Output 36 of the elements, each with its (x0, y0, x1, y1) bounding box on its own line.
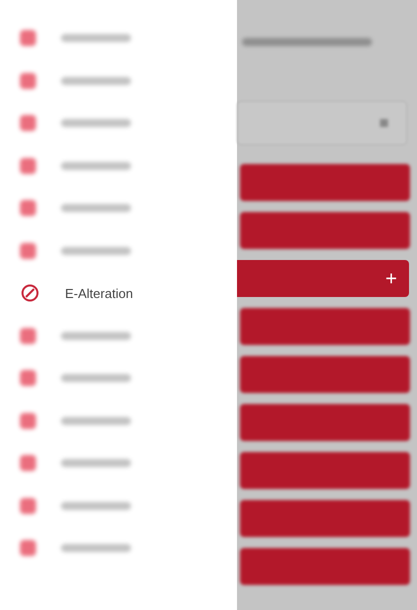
blurred-label[interactable] (61, 162, 131, 170)
blurred-icon (20, 200, 36, 216)
no-entry-icon (20, 283, 40, 304)
menu-item-label[interactable]: E-Alteration (65, 284, 133, 303)
blurred-icon (20, 242, 36, 259)
blurred-label[interactable] (61, 416, 131, 425)
blurred-label[interactable] (61, 544, 131, 552)
blurred-label[interactable] (61, 332, 131, 340)
blurred-label[interactable] (61, 502, 131, 510)
blurred-icon (20, 412, 36, 429)
expand-bar[interactable]: + (237, 260, 409, 297)
blurred-bar[interactable] (240, 164, 410, 201)
blurred-icon (20, 72, 36, 89)
blurred-label[interactable] (61, 246, 131, 255)
blurred-label[interactable] (61, 34, 131, 42)
blurred-icon (20, 158, 36, 174)
blurred-label[interactable] (61, 204, 131, 212)
blurred-bar[interactable] (240, 404, 410, 441)
blurred-bar[interactable] (240, 212, 410, 249)
blurred-icon (20, 455, 36, 472)
blurred-icon (20, 540, 36, 556)
blurred-label[interactable] (61, 76, 131, 85)
blurred-bar[interactable] (240, 548, 410, 585)
plus-icon: + (385, 268, 397, 288)
blurred-label[interactable] (61, 459, 131, 468)
blurred-icon (20, 30, 36, 46)
blurred-bar[interactable] (240, 308, 410, 345)
blurred-icon (20, 370, 36, 386)
blurred-icon (20, 328, 36, 344)
blurred-bar[interactable] (240, 500, 410, 537)
blurred-icon (20, 498, 36, 514)
blurred-label[interactable] (61, 374, 131, 382)
blurred-icon (20, 115, 36, 132)
blurred-bar[interactable] (240, 356, 410, 393)
blurred-label[interactable] (61, 119, 131, 128)
blurred-bar[interactable] (240, 452, 410, 489)
